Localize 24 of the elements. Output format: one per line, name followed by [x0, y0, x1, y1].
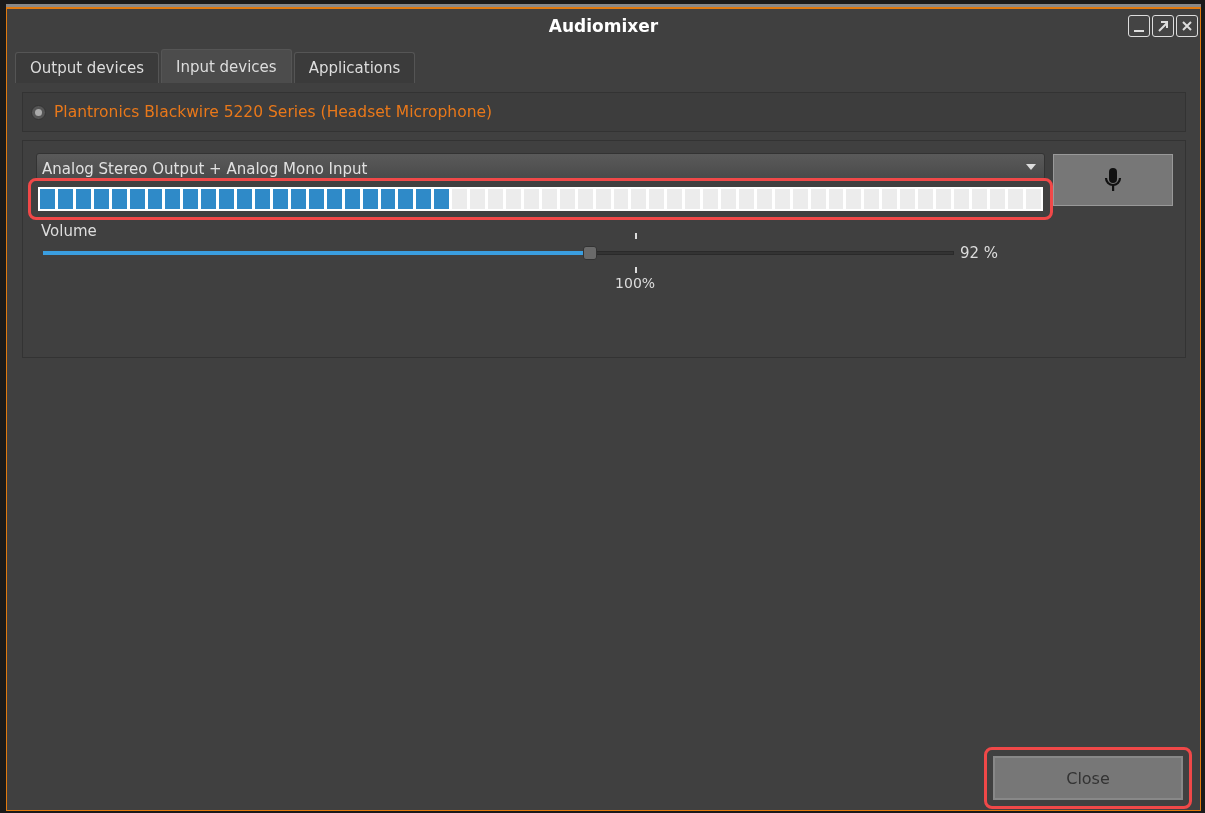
microphone-icon — [1104, 167, 1122, 193]
device-row[interactable]: Plantronics Blackwire 5220 Series (Headset Microphone) — [22, 92, 1186, 132]
volume-slider[interactable] — [43, 245, 954, 261]
tick-label: 100% — [615, 275, 656, 291]
tab[interactable]: Applications — [293, 52, 416, 83]
tab[interactable]: Output devices — [15, 52, 159, 83]
window-title: Audiomixer — [548, 16, 659, 36]
maximize-button[interactable] — [1152, 15, 1174, 37]
close-icon — [1180, 19, 1194, 33]
tick-mark — [635, 233, 638, 239]
maximize-icon — [1156, 19, 1170, 33]
profile-dropdown[interactable]: Analog Stereo Output + Analog Mono Input — [36, 153, 1045, 180]
volume-label: Volume — [41, 222, 97, 240]
microphone-button[interactable] — [1053, 154, 1173, 206]
minimize-icon — [1134, 30, 1144, 32]
tab[interactable]: Input devices — [160, 49, 292, 83]
tick-mark — [635, 267, 638, 273]
device-name: Plantronics Blackwire 5220 Series (Headset Microphone) — [54, 103, 493, 121]
minimize-button[interactable] — [1128, 15, 1150, 37]
radio-button[interactable] — [31, 104, 46, 120]
caret-icon — [1026, 163, 1036, 170]
volume-reading: 92 % — [959, 244, 998, 262]
slider-handle[interactable] — [582, 246, 597, 260]
close-window-button[interactable] — [1176, 15, 1198, 37]
